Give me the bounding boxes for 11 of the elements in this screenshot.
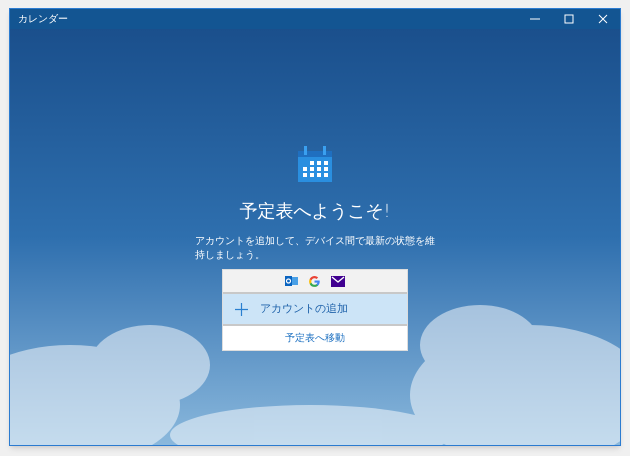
mail-envelope-icon	[331, 276, 345, 286]
calendar-icon	[298, 146, 332, 182]
window-title: カレンダー	[18, 12, 69, 26]
plus-icon	[235, 302, 248, 316]
maximize-icon	[564, 14, 574, 24]
welcome-description: アカウントを追加して、デバイス間で最新の状態を維持しましょう。	[195, 235, 435, 263]
welcome-title: 予定表へようこそ!	[239, 200, 391, 224]
close-icon	[598, 14, 608, 24]
add-account-button[interactable]: アカウントの追加	[223, 292, 407, 326]
google-logo-icon	[308, 274, 321, 288]
outlook-logo-icon	[285, 275, 298, 287]
